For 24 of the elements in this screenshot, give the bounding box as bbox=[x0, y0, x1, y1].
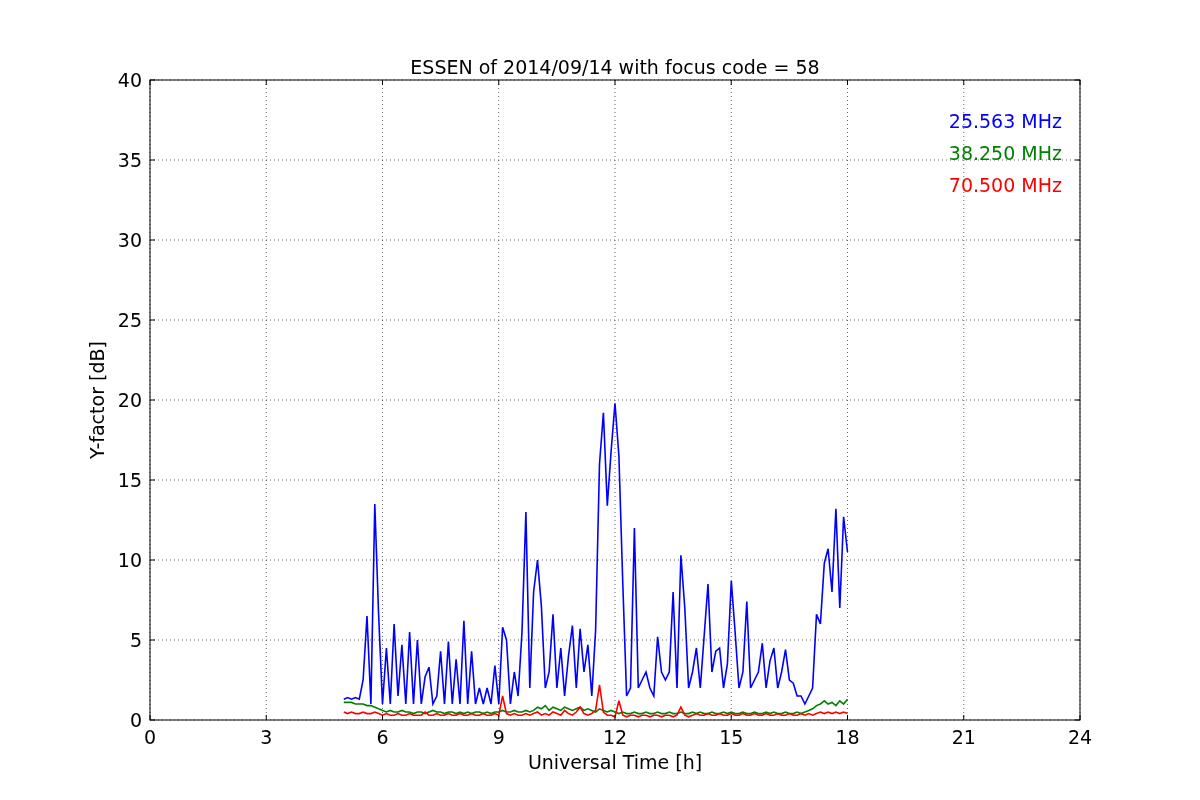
y-tick-label: 5 bbox=[129, 629, 142, 651]
legend-entry: 25.563 MHz bbox=[948, 110, 1062, 132]
x-axis-label: Universal Time [h] bbox=[527, 751, 703, 773]
x-tick-label: 9 bbox=[492, 726, 505, 748]
chart-title: ESSEN of 2014/09/14 with focus code = 58 bbox=[410, 56, 820, 78]
y-tick-label: 30 bbox=[117, 229, 142, 251]
x-tick-label: 15 bbox=[719, 726, 744, 748]
y-tick-label: 0 bbox=[129, 709, 142, 731]
x-tick-label: 24 bbox=[1067, 726, 1093, 748]
y-tick-label: 40 bbox=[117, 69, 142, 91]
y-tick-label: 25 bbox=[117, 309, 142, 331]
x-tick-label: 12 bbox=[602, 726, 628, 748]
x-tick-label: 21 bbox=[951, 726, 976, 748]
legend-entry: 38.250 MHz bbox=[948, 142, 1062, 164]
x-tick-label: 3 bbox=[260, 726, 273, 748]
y-tick-label: 35 bbox=[117, 149, 142, 171]
legend-entry: 70.500 MHz bbox=[948, 174, 1062, 196]
x-tick-label: 6 bbox=[376, 726, 389, 748]
y-tick-label: 15 bbox=[117, 469, 142, 491]
y-tick-label: 20 bbox=[117, 389, 142, 411]
y-axis-label: Y-factor [dB] bbox=[86, 341, 108, 459]
y-tick-label: 10 bbox=[117, 549, 142, 571]
x-tick-label: 0 bbox=[143, 726, 157, 748]
x-tick-label: 18 bbox=[835, 726, 860, 748]
